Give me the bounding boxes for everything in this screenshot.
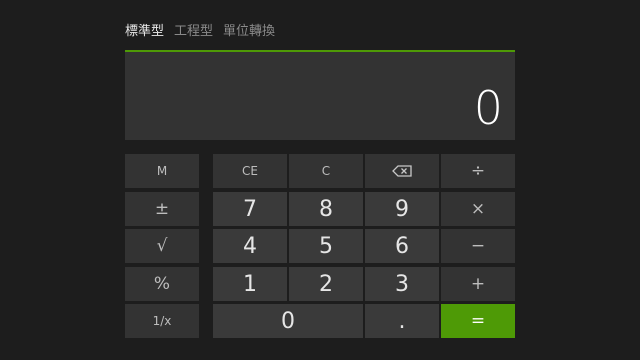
calculator-window: 標準型 工程型 單位轉換 0 M ± √ % 1/x CE C ÷ 7 8 9 … bbox=[0, 0, 640, 360]
reciprocal-button[interactable]: 1/x bbox=[125, 304, 199, 338]
digit-9-button[interactable]: 9 bbox=[365, 192, 439, 226]
equals-button[interactable]: = bbox=[441, 304, 515, 338]
memory-button[interactable]: M bbox=[125, 154, 199, 188]
digit-8-button[interactable]: 8 bbox=[289, 192, 363, 226]
percent-button[interactable]: % bbox=[125, 267, 199, 301]
digit-4-button[interactable]: 4 bbox=[213, 229, 287, 263]
subtract-button[interactable]: − bbox=[441, 229, 515, 263]
digit-1-button[interactable]: 1 bbox=[213, 267, 287, 301]
result-display: 0 bbox=[125, 50, 515, 140]
clear-button[interactable]: C bbox=[289, 154, 363, 188]
add-button[interactable]: + bbox=[441, 267, 515, 301]
backspace-icon bbox=[392, 165, 412, 177]
plus-minus-button[interactable]: ± bbox=[125, 192, 199, 226]
digit-5-button[interactable]: 5 bbox=[289, 229, 363, 263]
tab-scientific[interactable]: 工程型 bbox=[174, 22, 213, 42]
clear-entry-button[interactable]: CE bbox=[213, 154, 287, 188]
digit-0-button[interactable]: 0 bbox=[213, 304, 363, 338]
multiply-button[interactable]: × bbox=[441, 192, 515, 226]
tab-converter[interactable]: 單位轉換 bbox=[223, 22, 275, 42]
decimal-button[interactable]: . bbox=[365, 304, 439, 338]
digit-7-button[interactable]: 7 bbox=[213, 192, 287, 226]
digit-3-button[interactable]: 3 bbox=[365, 267, 439, 301]
backspace-button[interactable] bbox=[365, 154, 439, 188]
divide-button[interactable]: ÷ bbox=[441, 154, 515, 188]
tab-standard[interactable]: 標準型 bbox=[125, 22, 164, 42]
mode-tabs: 標準型 工程型 單位轉換 bbox=[125, 22, 275, 42]
square-root-button[interactable]: √ bbox=[125, 229, 199, 263]
display-value: 0 bbox=[473, 81, 503, 135]
digit-2-button[interactable]: 2 bbox=[289, 267, 363, 301]
digit-6-button[interactable]: 6 bbox=[365, 229, 439, 263]
